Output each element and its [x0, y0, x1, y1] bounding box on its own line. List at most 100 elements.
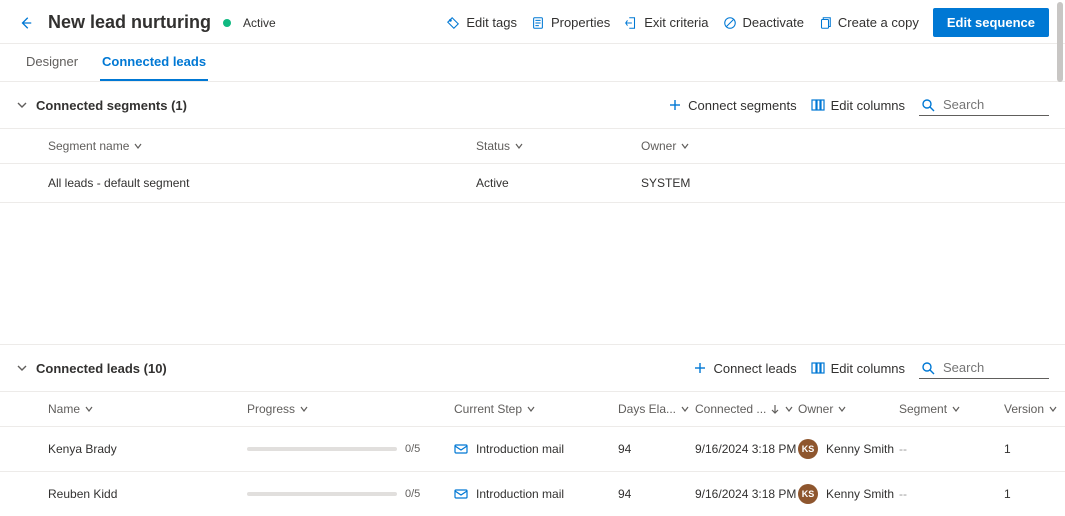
tab-designer[interactable]: Designer: [24, 44, 80, 81]
leads-search[interactable]: [919, 357, 1049, 379]
chevron-down-icon: [299, 404, 309, 414]
lead-owner-cell: KS Kenny Smith: [798, 484, 899, 504]
lead-connected-cell: 9/16/2024 3:18 PM: [695, 487, 798, 501]
tab-connected-leads[interactable]: Connected leads: [100, 44, 208, 81]
lead-connected-cell: 9/16/2024 3:18 PM: [695, 442, 798, 456]
avatar: KS: [798, 484, 818, 504]
table-row[interactable]: Reuben Kidd 0/5 Introduction mail 94 9/1…: [0, 472, 1065, 516]
edit-columns-segments-button[interactable]: Edit columns: [811, 98, 905, 113]
connect-leads-label: Connect leads: [713, 361, 796, 376]
lead-version-cell: 1: [1004, 487, 1054, 501]
lead-progress-cell: 0/5: [247, 488, 454, 500]
leads-table-header: Name Progress Current Step Days Ela... C…: [0, 392, 1065, 427]
tab-bar: Designer Connected leads: [0, 43, 1065, 82]
lead-segment-cell: --: [899, 487, 1004, 501]
deactivate-label: Deactivate: [743, 15, 804, 30]
col-segment[interactable]: Segment: [899, 402, 1004, 416]
chevron-down-icon: [837, 404, 847, 414]
connect-segments-button[interactable]: Connect segments: [668, 98, 796, 113]
deactivate-button[interactable]: Deactivate: [723, 15, 804, 30]
segments-table-header: Segment name Status Owner: [0, 129, 1065, 164]
sort-desc-icon: [770, 404, 780, 414]
status-badge: Active: [243, 16, 276, 30]
back-arrow-icon[interactable]: [16, 16, 36, 30]
col-owner[interactable]: Owner: [641, 139, 841, 153]
segments-search[interactable]: [919, 94, 1049, 116]
leads-search-input[interactable]: [941, 359, 1047, 376]
vertical-scrollbar[interactable]: [1057, 2, 1063, 82]
properties-button[interactable]: Properties: [531, 15, 610, 30]
progress-text: 0/5: [405, 488, 420, 500]
chevron-down-icon: [133, 141, 143, 151]
segments-search-input[interactable]: [941, 96, 1047, 113]
col-progress[interactable]: Progress: [247, 402, 454, 416]
progress-text: 0/5: [405, 443, 420, 455]
search-icon: [921, 361, 935, 375]
document-icon: [531, 16, 545, 30]
chevron-down-icon: [680, 141, 690, 151]
exit-criteria-label: Exit criteria: [644, 15, 708, 30]
col-name[interactable]: Name: [48, 402, 247, 416]
col-current-step[interactable]: Current Step: [454, 402, 618, 416]
table-row[interactable]: All leads - default segment Active SYSTE…: [0, 164, 1065, 203]
deactivate-icon: [723, 16, 737, 30]
plus-icon: [693, 361, 707, 375]
chevron-down-icon: [1048, 404, 1058, 414]
avatar: KS: [798, 439, 818, 459]
col-owner[interactable]: Owner: [798, 402, 899, 416]
lead-name-cell: Reuben Kidd: [48, 487, 247, 501]
create-copy-label: Create a copy: [838, 15, 919, 30]
exit-icon: [624, 16, 638, 30]
page-header: New lead nurturing Active Edit tags Prop…: [0, 0, 1065, 43]
chevron-down-icon[interactable]: [16, 99, 28, 111]
tag-icon: [446, 16, 460, 30]
properties-label: Properties: [551, 15, 610, 30]
edit-columns-leads-label: Edit columns: [831, 361, 905, 376]
connect-leads-button[interactable]: Connect leads: [693, 361, 796, 376]
exit-criteria-button[interactable]: Exit criteria: [624, 15, 708, 30]
edit-tags-label: Edit tags: [466, 15, 517, 30]
lead-owner-cell: KS Kenny Smith: [798, 439, 899, 459]
search-icon: [921, 98, 935, 112]
col-segment-name[interactable]: Segment name: [48, 139, 476, 153]
connect-segments-label: Connect segments: [688, 98, 796, 113]
mail-icon: [454, 487, 468, 501]
lead-segment-cell: --: [899, 442, 1004, 456]
col-status[interactable]: Status: [476, 139, 641, 153]
mail-icon: [454, 442, 468, 456]
chevron-down-icon: [84, 404, 94, 414]
connected-segments-header: Connected segments (1) Connect segments …: [0, 82, 1065, 129]
chevron-down-icon: [784, 404, 794, 414]
columns-icon: [811, 98, 825, 112]
edit-columns-leads-button[interactable]: Edit columns: [811, 361, 905, 376]
col-connected[interactable]: Connected ...: [695, 402, 798, 416]
command-bar: Edit tags Properties Exit criteria Deact…: [446, 8, 1049, 37]
lead-progress-cell: 0/5: [247, 443, 454, 455]
edit-sequence-button[interactable]: Edit sequence: [933, 8, 1049, 37]
segment-status-cell: Active: [476, 176, 641, 190]
lead-days-cell: 94: [618, 487, 695, 501]
progress-bar: [247, 492, 397, 496]
segments-section-title: Connected segments (1): [36, 98, 187, 113]
status-dot-icon: [223, 19, 231, 27]
page-title: New lead nurturing: [48, 12, 211, 33]
create-copy-button[interactable]: Create a copy: [818, 15, 919, 30]
chevron-down-icon[interactable]: [16, 362, 28, 374]
edit-columns-segments-label: Edit columns: [831, 98, 905, 113]
connected-leads-header: Connected leads (10) Connect leads Edit …: [0, 344, 1065, 392]
columns-icon: [811, 361, 825, 375]
progress-bar: [247, 447, 397, 451]
col-version[interactable]: Version: [1004, 402, 1054, 416]
lead-days-cell: 94: [618, 442, 695, 456]
plus-icon: [668, 98, 682, 112]
lead-step-cell: Introduction mail: [454, 487, 618, 501]
segment-owner-cell: SYSTEM: [641, 176, 841, 190]
col-days-elapsed[interactable]: Days Ela...: [618, 402, 695, 416]
lead-step-cell: Introduction mail: [454, 442, 618, 456]
chevron-down-icon: [514, 141, 524, 151]
edit-tags-button[interactable]: Edit tags: [446, 15, 517, 30]
chevron-down-icon: [951, 404, 961, 414]
lead-name-cell: Kenya Brady: [48, 442, 247, 456]
chevron-down-icon: [680, 404, 690, 414]
table-row[interactable]: Kenya Brady 0/5 Introduction mail 94 9/1…: [0, 427, 1065, 472]
